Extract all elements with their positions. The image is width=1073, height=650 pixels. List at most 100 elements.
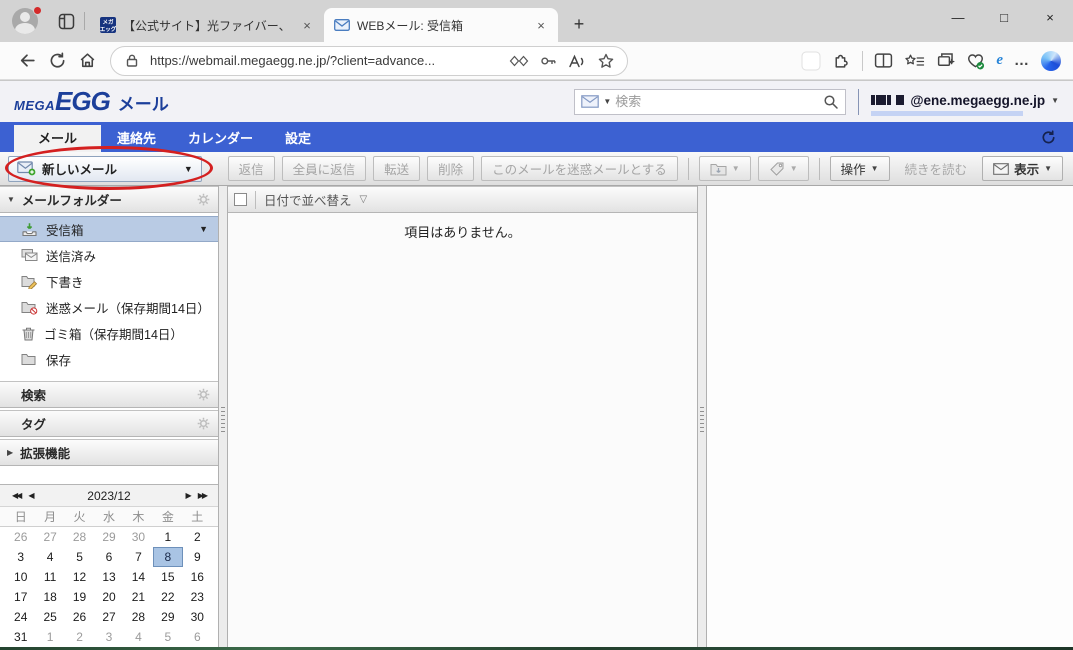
search-input[interactable] — [615, 94, 819, 109]
close-tab-icon[interactable]: × — [298, 16, 316, 34]
tab-switcher-icon[interactable] — [55, 10, 77, 32]
extensions-panel-header[interactable]: ▶ 拡張機能 — [0, 439, 218, 466]
split-screen-icon[interactable] — [874, 52, 893, 69]
new-tab-button[interactable]: + — [566, 11, 592, 37]
copilot-icon[interactable] — [1041, 51, 1061, 71]
prev-year-icon[interactable]: ◀◀ — [8, 491, 24, 500]
calendar-day[interactable]: 2 — [65, 627, 94, 647]
collapse-icon[interactable]: ▼ — [7, 195, 15, 204]
actions-button[interactable]: 操作▼ — [830, 156, 890, 181]
calendar-day[interactable]: 26 — [6, 527, 35, 547]
gear-icon[interactable] — [196, 387, 211, 402]
gear-icon[interactable] — [196, 416, 211, 431]
mail-scope-icon[interactable] — [581, 95, 599, 108]
calendar-day[interactable]: 26 — [65, 607, 94, 627]
expand-icon[interactable]: ▶ — [7, 448, 13, 457]
sort-direction-icon[interactable]: ▽ — [360, 194, 368, 205]
toolbar-button[interactable]: 削除 — [427, 156, 474, 181]
next-year-icon[interactable]: ▶▶ — [194, 491, 210, 500]
calendar-day[interactable]: 4 — [124, 627, 153, 647]
calendar-day[interactable]: 21 — [124, 587, 153, 607]
calendar-day[interactable]: 29 — [94, 527, 123, 547]
calendar-day[interactable]: 10 — [6, 567, 35, 587]
calendar-day[interactable]: 29 — [153, 607, 182, 627]
calendar-day[interactable]: 11 — [35, 567, 64, 587]
calendar-day[interactable]: 28 — [124, 607, 153, 627]
calendar-day[interactable]: 12 — [65, 567, 94, 587]
calendar-day[interactable]: 2 — [183, 527, 212, 547]
reload-mail-icon[interactable] — [1040, 129, 1057, 146]
minimize-button[interactable]: — — [935, 0, 981, 34]
calendar-day[interactable]: 24 — [6, 607, 35, 627]
extension-blank-icon[interactable] — [801, 51, 821, 71]
nav-tab-カレンダー[interactable]: カレンダー — [172, 125, 269, 152]
favorites-list-icon[interactable] — [904, 53, 925, 69]
calendar-day[interactable]: 7 — [124, 547, 153, 567]
calendar-day[interactable]: 20 — [94, 587, 123, 607]
more-menu-icon[interactable]: … — [1014, 52, 1030, 69]
browser-tab[interactable]: WEBメール: 受信箱× — [324, 8, 558, 42]
toolbar-button[interactable]: 全員に返信 — [282, 156, 367, 181]
calendar-day[interactable]: 1 — [35, 627, 64, 647]
password-icon[interactable] — [537, 52, 559, 70]
calendar-day[interactable]: 15 — [153, 567, 182, 587]
home-button[interactable] — [72, 46, 102, 76]
calendar-day[interactable]: 14 — [124, 567, 153, 587]
folder-dropdown-icon[interactable]: ▼ — [199, 224, 208, 234]
calendar-day[interactable]: 9 — [183, 547, 212, 567]
nav-tab-連絡先[interactable]: 連絡先 — [101, 125, 172, 152]
nav-tab-メール[interactable]: メール — [14, 125, 101, 152]
favorite-star-icon[interactable] — [595, 52, 617, 70]
calendar-day[interactable]: 16 — [183, 567, 212, 587]
toolbar-button[interactable]: このメールを迷惑メールとする — [481, 156, 678, 181]
calendar-day[interactable]: 25 — [35, 607, 64, 627]
reading-pane-splitter[interactable] — [697, 186, 707, 647]
calendar-day[interactable]: 6 — [183, 627, 212, 647]
search-panel-header[interactable]: 検索 — [0, 381, 218, 408]
toolbar-button[interactable]: 転送 — [373, 156, 420, 181]
ie-mode-icon[interactable]: e — [996, 52, 1003, 69]
url-text[interactable]: https://webmail.megaegg.ne.jp/?client=ad… — [150, 53, 501, 68]
calendar-day[interactable]: 4 — [35, 547, 64, 567]
calendar-day[interactable]: 19 — [65, 587, 94, 607]
calendar-day[interactable]: 3 — [6, 547, 35, 567]
read-aloud-icon[interactable] — [566, 53, 588, 69]
new-mail-dropdown-icon[interactable]: ▼ — [184, 164, 193, 174]
new-mail-button[interactable]: 新しいメール ▼ — [8, 156, 202, 182]
close-tab-icon[interactable]: × — [532, 16, 550, 34]
prev-month-icon[interactable]: ◀ — [24, 491, 36, 500]
calendar-day[interactable]: 6 — [94, 547, 123, 567]
calendar-day[interactable]: 3 — [94, 627, 123, 647]
browser-tab[interactable]: メガエッグ【公式サイト】光ファイバー、インターネ...× — [90, 8, 324, 42]
scope-dropdown-icon[interactable]: ▼ — [603, 97, 611, 106]
view-button[interactable]: 表示 ▼ — [982, 156, 1063, 181]
calendar-day[interactable]: 27 — [35, 527, 64, 547]
folder-item[interactable]: 保存 — [0, 346, 218, 372]
lock-icon[interactable] — [121, 53, 143, 68]
extensions-puzzle-icon[interactable] — [832, 51, 851, 70]
calendar-day[interactable]: 13 — [94, 567, 123, 587]
gear-icon[interactable] — [196, 192, 211, 207]
move-to-folder-button[interactable]: ▼ — [699, 156, 751, 181]
folders-panel-header[interactable]: ▼ メールフォルダー — [0, 186, 218, 213]
folder-item[interactable]: 下書き — [0, 268, 218, 294]
calendar-day[interactable]: 8 — [153, 547, 182, 567]
profile-button[interactable] — [12, 8, 40, 36]
compare-tabs-icon[interactable] — [508, 54, 530, 68]
maximize-button[interactable]: □ — [981, 0, 1027, 34]
calendar-day[interactable]: 27 — [94, 607, 123, 627]
folder-item[interactable]: ゴミ箱（保存期間14日） — [0, 320, 218, 346]
calendar-day[interactable]: 1 — [153, 527, 182, 547]
account-menu[interactable]: @ene.megaegg.ne.jp ▼ — [871, 93, 1059, 110]
calendar-day[interactable]: 30 — [124, 527, 153, 547]
tags-panel-header[interactable]: タグ — [0, 410, 218, 437]
calendar-day[interactable]: 22 — [153, 587, 182, 607]
read-more-button[interactable]: 続きを読む — [897, 159, 976, 178]
nav-tab-設定[interactable]: 設定 — [269, 125, 327, 152]
refresh-button[interactable] — [42, 46, 72, 76]
calendar-day[interactable]: 28 — [65, 527, 94, 547]
mail-search-box[interactable]: ▼ — [574, 89, 846, 115]
calendar-day[interactable]: 17 — [6, 587, 35, 607]
back-button[interactable] — [12, 46, 42, 76]
folder-item[interactable]: 送信済み — [0, 242, 218, 268]
